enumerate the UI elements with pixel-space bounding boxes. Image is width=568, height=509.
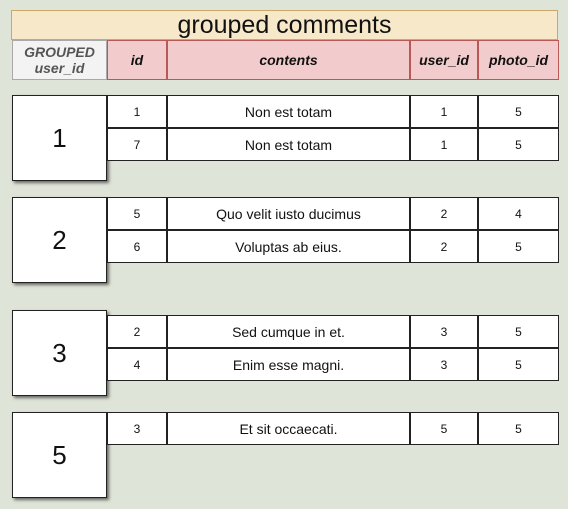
cell-user-id: 2 <box>410 197 478 230</box>
cell-contents: Non est totam <box>167 128 410 161</box>
header-contents: contents <box>167 40 410 80</box>
group-label-5: 5 <box>12 412 107 498</box>
cell-id: 2 <box>107 315 167 348</box>
cell-user-id: 3 <box>410 315 478 348</box>
group-label-1: 1 <box>12 95 107 181</box>
cell-user-id: 2 <box>410 230 478 263</box>
cell-contents: Quo velit iusto ducimus <box>167 197 410 230</box>
cell-photo-id: 5 <box>478 230 559 263</box>
cell-id: 3 <box>107 412 167 445</box>
header-grouped-line2: user_id <box>34 60 85 76</box>
header-user-id: user_id <box>410 40 478 80</box>
header-id: id <box>107 40 167 80</box>
cell-user-id: 3 <box>410 348 478 381</box>
cell-id: 7 <box>107 128 167 161</box>
cell-id: 1 <box>107 95 167 128</box>
header-grouped-user-id: GROUPED user_id <box>12 40 107 80</box>
cell-contents: Non est totam <box>167 95 410 128</box>
group-label-2: 2 <box>12 197 107 283</box>
group-label-3: 3 <box>12 310 107 396</box>
cell-user-id: 5 <box>410 412 478 445</box>
cell-id: 5 <box>107 197 167 230</box>
table-title: grouped comments <box>11 10 558 40</box>
cell-photo-id: 5 <box>478 412 559 445</box>
cell-contents: Et sit occaecati. <box>167 412 410 445</box>
cell-id: 4 <box>107 348 167 381</box>
cell-photo-id: 5 <box>478 315 559 348</box>
cell-photo-id: 5 <box>478 95 559 128</box>
cell-contents: Sed cumque in et. <box>167 315 410 348</box>
header-grouped-line1: GROUPED <box>24 44 95 60</box>
cell-photo-id: 4 <box>478 197 559 230</box>
cell-photo-id: 5 <box>478 128 559 161</box>
cell-user-id: 1 <box>410 95 478 128</box>
header-photo-id: photo_id <box>478 40 559 80</box>
cell-contents: Enim esse magni. <box>167 348 410 381</box>
cell-contents: Voluptas ab eius. <box>167 230 410 263</box>
cell-photo-id: 5 <box>478 348 559 381</box>
cell-id: 6 <box>107 230 167 263</box>
cell-user-id: 1 <box>410 128 478 161</box>
